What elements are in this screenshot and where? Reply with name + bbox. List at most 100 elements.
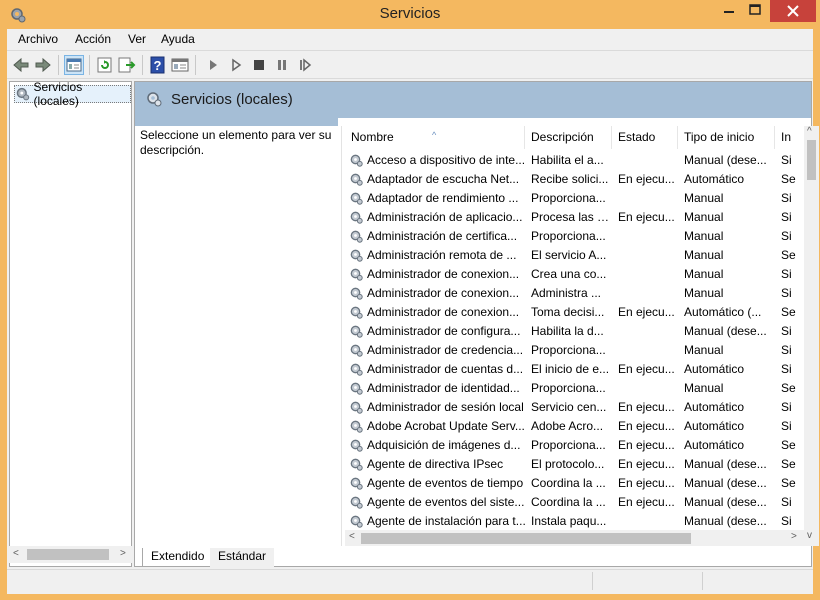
service-row[interactable]: Administrador de cuentas d... El inicio d… (345, 360, 810, 379)
tab-extendido[interactable]: Extendido (142, 548, 214, 567)
service-logon: Si (781, 286, 792, 300)
service-gear-icon (349, 400, 367, 415)
stop-service-icon[interactable] (249, 55, 269, 75)
forward-icon[interactable] (33, 55, 53, 75)
service-row[interactable]: Administrador de identidad... Proporciona… (345, 379, 810, 398)
service-startup-type: Automático (684, 400, 745, 414)
service-name: Administración de certifica... (367, 229, 518, 243)
service-row[interactable]: Administración de certifica... Proporcion… (345, 227, 810, 246)
service-row[interactable]: Administrador de configura... Habilita la… (345, 322, 810, 341)
service-name: Administración remota de ... (367, 248, 517, 262)
service-gear-icon (349, 286, 367, 301)
service-logon: Se (781, 381, 796, 395)
show-console-tree-icon[interactable] (64, 55, 84, 75)
service-row[interactable]: Agente de eventos de tiempo Coordina la .… (345, 474, 810, 493)
service-name-cell: Administrador de credencia... (349, 341, 529, 360)
service-row[interactable]: Administrador de conexion... Crea una co.… (345, 265, 810, 284)
tab-estandar[interactable]: Estándar (210, 548, 275, 567)
service-description: Adobe Acro... (531, 419, 604, 433)
menu-archivo[interactable]: Archivo (18, 32, 58, 46)
service-startup-type: Manual (684, 229, 724, 243)
properties-icon[interactable] (170, 55, 190, 75)
menu-ayuda[interactable]: Ayuda (161, 32, 195, 46)
tree-horizontal-scrollbar[interactable]: < > (9, 546, 132, 563)
tree-item-services-local[interactable]: Servicios (locales) (14, 80, 131, 108)
close-button[interactable] (770, 0, 816, 22)
service-startup-type: Manual (dese... (684, 476, 767, 490)
column-header-status[interactable]: Estado (612, 126, 678, 149)
pause-service-icon[interactable] (272, 55, 292, 75)
list-horizontal-scrollbar[interactable]: < > (345, 530, 804, 546)
service-row[interactable]: Adaptador de escucha Net... Recibe solici… (345, 170, 810, 189)
description-panel: Seleccione un elemento para ver su descr… (135, 126, 342, 546)
scroll-thumb[interactable] (807, 140, 816, 180)
column-header-name[interactable]: Nombre ^ (345, 126, 525, 149)
scroll-down-icon[interactable]: v (807, 530, 812, 541)
service-name-cell: Adaptador de escucha Net... (349, 170, 529, 189)
service-row[interactable]: Adquisición de imágenes d... Proporciona.… (345, 436, 810, 455)
service-description: Proporciona... (531, 229, 606, 243)
service-startup-type: Automático (684, 438, 745, 452)
start-service-icon[interactable] (203, 55, 223, 75)
start-service-alt-icon[interactable] (226, 55, 246, 75)
scroll-right-icon[interactable]: > (791, 531, 797, 542)
service-gear-icon (349, 153, 367, 168)
service-name-cell: Administrador de conexion... (349, 284, 529, 303)
service-row[interactable]: Acceso a dispositivo de inte... Habilita … (345, 151, 810, 170)
help-icon[interactable]: ? (148, 55, 168, 75)
service-row[interactable]: Administración remota de ... El servicio … (345, 246, 810, 265)
service-name-cell: Adaptador de rendimiento ... (349, 189, 529, 208)
service-logon: Si (781, 419, 792, 433)
maximize-button[interactable] (742, 0, 768, 22)
service-description: El protocolo... (531, 457, 605, 471)
export-list-icon[interactable] (117, 55, 137, 75)
service-row[interactable]: Agente de directiva IPsec El protocolo...… (345, 455, 810, 474)
service-description: Procesa las s... (531, 210, 611, 224)
service-status: En ejecu... (618, 172, 675, 186)
service-startup-type: Manual (684, 381, 724, 395)
scroll-left-icon[interactable]: < (349, 531, 355, 542)
column-header-description[interactable]: Descripción (525, 126, 612, 149)
scroll-right-icon[interactable]: > (120, 548, 126, 559)
toolbar: ? (7, 50, 813, 79)
view-tabs: Extendido Estándar (134, 548, 812, 567)
service-startup-type: Manual (684, 191, 724, 205)
service-row[interactable]: Agente de eventos del siste... Coordina l… (345, 493, 810, 512)
service-status: En ejecu... (618, 476, 675, 490)
service-gear-icon (349, 476, 367, 491)
service-row[interactable]: Administrador de conexion... Administra .… (345, 284, 810, 303)
service-row[interactable]: Adobe Acrobat Update Serv... Adobe Acro..… (345, 417, 810, 436)
service-row[interactable]: Administrador de sesión local Servicio ce… (345, 398, 810, 417)
back-icon[interactable] (11, 55, 31, 75)
scroll-thumb[interactable] (27, 549, 109, 560)
service-status: En ejecu... (618, 400, 675, 414)
list-vertical-scrollbar[interactable]: ^ v (804, 126, 819, 546)
scroll-up-icon[interactable]: ^ (807, 126, 812, 137)
service-row[interactable]: Administrador de conexion... Toma decisi.… (345, 303, 810, 322)
column-header-startup-type[interactable]: Tipo de inicio (678, 126, 775, 149)
scroll-thumb[interactable] (361, 533, 691, 544)
service-name: Adaptador de rendimiento ... (367, 191, 519, 205)
service-row[interactable]: Adaptador de rendimiento ... Proporciona.… (345, 189, 810, 208)
service-status (618, 322, 678, 341)
service-row[interactable]: Agente de instalación para t... Instala p… (345, 512, 810, 531)
service-name: Adaptador de escucha Net... (367, 172, 520, 186)
service-name-cell: Administración remota de ... (349, 246, 529, 265)
scroll-left-icon[interactable]: < (13, 548, 19, 559)
service-gear-icon (349, 457, 367, 472)
menu-ver[interactable]: Ver (128, 32, 146, 46)
restart-service-icon[interactable] (295, 55, 315, 75)
window-client: Archivo Acción Ver Ayuda ? Servicios (lo… (7, 29, 819, 594)
menu-accion[interactable]: Acción (75, 32, 111, 46)
svg-text:?: ? (154, 58, 162, 73)
service-row[interactable]: Administración de aplicacio... Procesa la… (345, 208, 810, 227)
service-description: El servicio A... (531, 248, 607, 262)
service-row[interactable]: Administrador de credencia... Proporciona… (345, 341, 810, 360)
service-status: En ejecu... (618, 210, 675, 224)
service-name-cell: Adquisición de imágenes d... (349, 436, 529, 455)
service-description: El inicio de e... (531, 362, 610, 376)
service-name: Administrador de conexion... (367, 305, 520, 319)
refresh-icon[interactable] (95, 55, 115, 75)
service-gear-icon (349, 438, 367, 453)
minimize-button[interactable] (716, 0, 742, 22)
